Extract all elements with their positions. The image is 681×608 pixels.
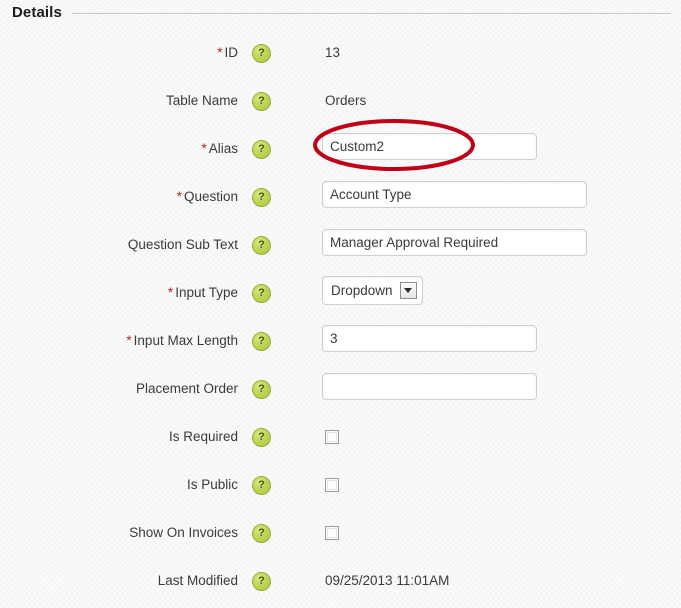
form-row: Question Sub Text? [0, 224, 681, 272]
help-icon[interactable]: ? [252, 572, 271, 591]
field-label: * ID [217, 45, 238, 60]
required-marker: * [167, 285, 174, 300]
text-input[interactable] [322, 373, 537, 400]
field-value: 09/25/2013 11:01AM [325, 573, 450, 588]
form-row: * ID? 13 [0, 32, 681, 80]
form-row: * Alias? [0, 128, 681, 176]
text-input[interactable] [322, 181, 587, 208]
section-header: Details [0, 0, 681, 24]
field-label-text: Alias [208, 141, 238, 156]
checkbox[interactable] [325, 478, 339, 492]
field-label: * Question [177, 189, 238, 204]
field-label-text: Input Type [175, 285, 238, 300]
checkbox[interactable] [325, 526, 339, 540]
form-row: Placement Order? [0, 368, 681, 416]
field-label-text: Placement Order [135, 381, 238, 396]
help-icon[interactable]: ? [252, 188, 271, 207]
field-label: Table Name [166, 93, 238, 108]
field-label: Is Required [169, 429, 238, 444]
required-marker: * [201, 141, 207, 156]
form-row: Last Modified? 09/25/2013 11:01AM [0, 560, 681, 608]
help-icon[interactable]: ? [252, 284, 271, 303]
checkbox[interactable] [325, 430, 339, 444]
field-label-text: Question [183, 189, 238, 204]
form-row: Is Public? [0, 464, 681, 512]
required-marker: * [217, 45, 223, 60]
help-icon[interactable]: ? [252, 476, 271, 495]
header-divider [71, 12, 671, 14]
field-value: 13 [325, 45, 341, 60]
details-panel: Details *ID?13Table Name?Orders*Alias?*Q… [0, 0, 681, 596]
form-row: * Question? [0, 176, 681, 224]
field-label: Placement Order [136, 381, 238, 396]
field-label-text: ID [224, 45, 239, 60]
field-label: Show On Invoices [129, 525, 238, 540]
text-input[interactable] [322, 325, 537, 352]
help-icon[interactable]: ? [252, 92, 271, 111]
field-label: * Input Type [168, 285, 238, 300]
text-input[interactable] [322, 229, 587, 256]
field-label: Is Public [187, 477, 238, 492]
field-label-text: Is Required [168, 429, 238, 444]
input-type-select[interactable]: Dropdown [322, 276, 423, 305]
form-row: Show On Invoices? [0, 512, 681, 560]
text-input[interactable] [322, 133, 537, 160]
help-icon[interactable]: ? [252, 428, 271, 447]
field-label: * Input Max Length [126, 333, 238, 348]
help-icon[interactable]: ? [252, 524, 271, 543]
select-value: Dropdown [331, 283, 393, 298]
help-icon[interactable]: ? [252, 44, 271, 63]
field-label: Last Modified [158, 573, 238, 588]
field-label-text: Last Modified [157, 573, 238, 588]
field-label-text: Show On Invoices [129, 525, 238, 540]
form-row: Is Required? [0, 416, 681, 464]
field-label-text: Table Name [165, 93, 238, 108]
help-icon[interactable]: ? [252, 380, 271, 399]
help-icon[interactable]: ? [252, 236, 271, 255]
page-title: Details [12, 3, 62, 21]
form-row: * Input Type? Dropdown [0, 272, 681, 320]
required-marker: * [126, 333, 132, 348]
field-label-text: Question Sub Text [127, 237, 238, 252]
field-label: * Alias [201, 141, 238, 156]
field-label-text: Input Max Length [133, 333, 238, 348]
field-label-text: Is Public [186, 477, 238, 492]
help-icon[interactable]: ? [252, 332, 271, 351]
details-form: *ID?13Table Name?Orders*Alias?*Question?… [0, 32, 681, 608]
chevron-down-icon[interactable] [399, 282, 417, 299]
required-marker: * [176, 189, 182, 204]
form-row: Table Name? Orders [0, 80, 681, 128]
help-icon[interactable]: ? [252, 140, 271, 159]
field-value: Orders [325, 93, 367, 108]
form-row: * Input Max Length? [0, 320, 681, 368]
field-label: Question Sub Text [128, 237, 238, 252]
